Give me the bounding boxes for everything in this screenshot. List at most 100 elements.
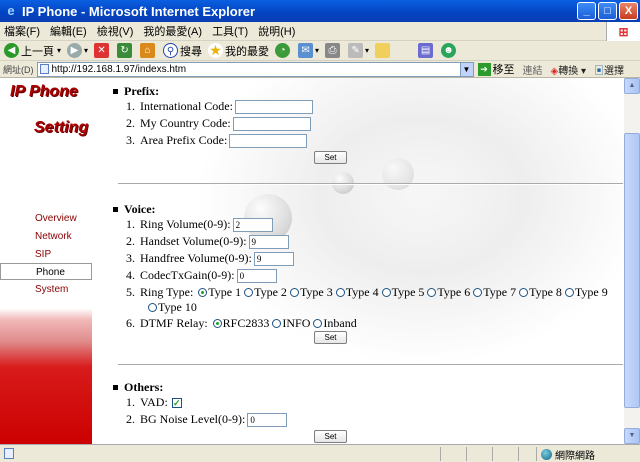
select-button[interactable]: ▣選擇 — [594, 62, 624, 77]
row-number: 6. — [126, 316, 135, 330]
dtmf-radio-rfc2833[interactable] — [212, 319, 222, 328]
ring-type-option-label: Type 8 — [529, 285, 562, 299]
menu-favorites[interactable]: 我的最愛(A) — [143, 23, 202, 39]
others-heading: Others: — [113, 380, 163, 395]
country-code-input[interactable] — [232, 116, 311, 131]
handfree-volume-input[interactable]: 9 — [253, 251, 294, 266]
scroll-down-icon[interactable]: ▼ — [624, 428, 640, 444]
voice-set-button[interactable]: Set — [314, 331, 347, 344]
ring-type-option-label: Type 7 — [483, 285, 517, 299]
sidebar-item-network[interactable]: Network — [0, 228, 92, 245]
dtmf-option-label: RFC2833 — [222, 316, 270, 330]
ring-type-radio-1[interactable] — [198, 288, 208, 297]
ring-type-radio-7[interactable] — [473, 288, 483, 297]
links-label[interactable]: 連結 — [523, 62, 543, 77]
home-button[interactable]: ⌂ — [140, 43, 157, 58]
dtmf-radio-info[interactable] — [272, 319, 282, 328]
prefix-heading: Prefix: — [113, 84, 159, 99]
convert-label: 轉換 — [558, 65, 579, 77]
stop-button[interactable]: ✕ — [94, 43, 111, 58]
sidebar-item-sip[interactable]: SIP — [0, 246, 92, 263]
dtmf-option-label: Inband — [323, 316, 357, 330]
folder-button[interactable] — [375, 43, 392, 58]
address-input[interactable]: http://192.168.1.97/indexs.htm ▼ — [36, 61, 474, 77]
ring-type-radio-2[interactable] — [244, 288, 254, 297]
area-prefix-row: 3. Area Prefix Code: — [119, 133, 308, 148]
ring-type-radio-5[interactable] — [381, 288, 391, 297]
research-button[interactable]: ▤ — [418, 43, 435, 58]
edit-button[interactable]: ✎ ▾ — [348, 43, 369, 58]
menu-tools[interactable]: 工具(T) — [212, 23, 248, 39]
ring-type-radio-10[interactable] — [148, 303, 157, 312]
minimize-button[interactable]: _ — [577, 2, 596, 20]
toolbar: ◀ 上一頁 ▾ ▶ ▾ ✕ ↻ ⌂ ⚲ 搜尋 ★ 我的最愛 ◔ ✉ ▾ ⎙ ✎ ▾ ▤ ☻ — [0, 41, 640, 61]
ring-type-radio-6[interactable] — [427, 288, 437, 297]
dtmf-radio-inband[interactable] — [313, 319, 323, 328]
address-label: 網址(D) — [3, 64, 34, 75]
convert-button[interactable]: ◈轉換 ▾ — [551, 62, 587, 77]
area-prefix-input[interactable] — [229, 133, 308, 148]
ring-type-radio-9[interactable] — [564, 288, 574, 297]
international-code-label: International Code: — [140, 99, 233, 113]
go-label: 移至 — [492, 64, 515, 76]
sidebar-item-system[interactable]: System — [0, 281, 92, 298]
menu-view[interactable]: 檢視(V) — [97, 23, 134, 39]
address-dropdown-icon[interactable]: ▼ — [459, 62, 473, 76]
others-section: Others: — [113, 380, 163, 395]
print-button[interactable]: ⎙ — [325, 43, 342, 58]
row-number: 3. — [126, 251, 135, 265]
go-arrow-icon: ➔ — [477, 62, 491, 76]
handset-volume-input[interactable]: 9 — [248, 234, 289, 249]
ring-type-option-label: Type 4 — [345, 285, 379, 299]
menu-file[interactable]: 檔案(F) — [4, 23, 40, 39]
close-button[interactable]: X — [619, 2, 638, 20]
menu-help[interactable]: 說明(H) — [258, 23, 295, 39]
search-icon: ⚲ — [163, 43, 179, 58]
bg-noise-input[interactable]: 0 — [247, 412, 288, 427]
ring-type-label: Ring Type: — [140, 285, 194, 299]
ring-type-radio-8[interactable] — [519, 288, 529, 297]
ring-type-radio-3[interactable] — [289, 288, 299, 297]
bg-noise-row: 2. BG Noise Level(0-9): 0 — [119, 412, 288, 427]
messenger-button[interactable]: ☻ — [441, 43, 458, 58]
codec-tx-gain-input[interactable]: 0 — [236, 268, 277, 283]
history-button[interactable]: ◔ — [275, 43, 292, 58]
voice-heading: Voice: — [113, 202, 156, 217]
favorites-button[interactable]: ★ 我的最愛 — [208, 43, 269, 59]
select-label: 選擇 — [604, 65, 625, 77]
handset-volume-label: Handset Volume(0-9): — [140, 234, 247, 248]
ring-volume-input[interactable]: 2 — [232, 217, 273, 232]
sidebar-item-overview[interactable]: Overview — [0, 210, 92, 227]
messenger-icon: ☻ — [441, 43, 457, 58]
vad-checkbox[interactable]: ✓ — [171, 397, 182, 408]
search-button[interactable]: ⚲ 搜尋 — [163, 43, 202, 59]
row-number: 2. — [126, 412, 135, 426]
refresh-button[interactable]: ↻ — [117, 43, 134, 58]
mail-button[interactable]: ✉ ▾ — [298, 43, 319, 58]
vertical-scrollbar[interactable]: ▲ ▼ — [624, 78, 640, 444]
bullet-icon — [113, 385, 118, 390]
sidebar-title-ip-phone: IP Phone — [10, 83, 78, 100]
back-button[interactable]: ◀ 上一頁 ▾ — [4, 43, 61, 59]
go-button[interactable]: ➔ 移至 — [477, 61, 515, 77]
sidebar: IP Phone Setting Overview Network SIP Ph… — [0, 78, 92, 444]
dtmf-option-label: INFO — [282, 316, 311, 330]
favorites-label: 我的最愛 — [225, 45, 270, 58]
voice-section: Voice: — [113, 202, 156, 217]
international-code-input[interactable] — [234, 99, 313, 114]
sidebar-item-phone[interactable]: Phone — [0, 263, 92, 280]
others-set-button[interactable]: Set — [314, 430, 347, 443]
scroll-thumb[interactable] — [624, 133, 640, 408]
menu-edit[interactable]: 編輯(E) — [50, 23, 87, 39]
ring-volume-label: Ring Volume(0-9): — [140, 217, 231, 231]
select-icon: ▣ — [594, 65, 605, 77]
ring-type-radio-4[interactable] — [335, 288, 345, 297]
codec-tx-gain-row: 4. CodecTxGain(0-9): 0 — [119, 268, 277, 283]
forward-button[interactable]: ▶ ▾ — [67, 43, 88, 58]
zone-label: 網際網路 — [555, 451, 595, 462]
prefix-set-button[interactable]: Set — [314, 151, 347, 164]
sidebar-title-setting: Setting — [34, 119, 89, 136]
maximize-button[interactable]: □ — [598, 2, 617, 20]
history-icon: ◔ — [275, 43, 291, 58]
scroll-up-icon[interactable]: ▲ — [624, 78, 640, 94]
